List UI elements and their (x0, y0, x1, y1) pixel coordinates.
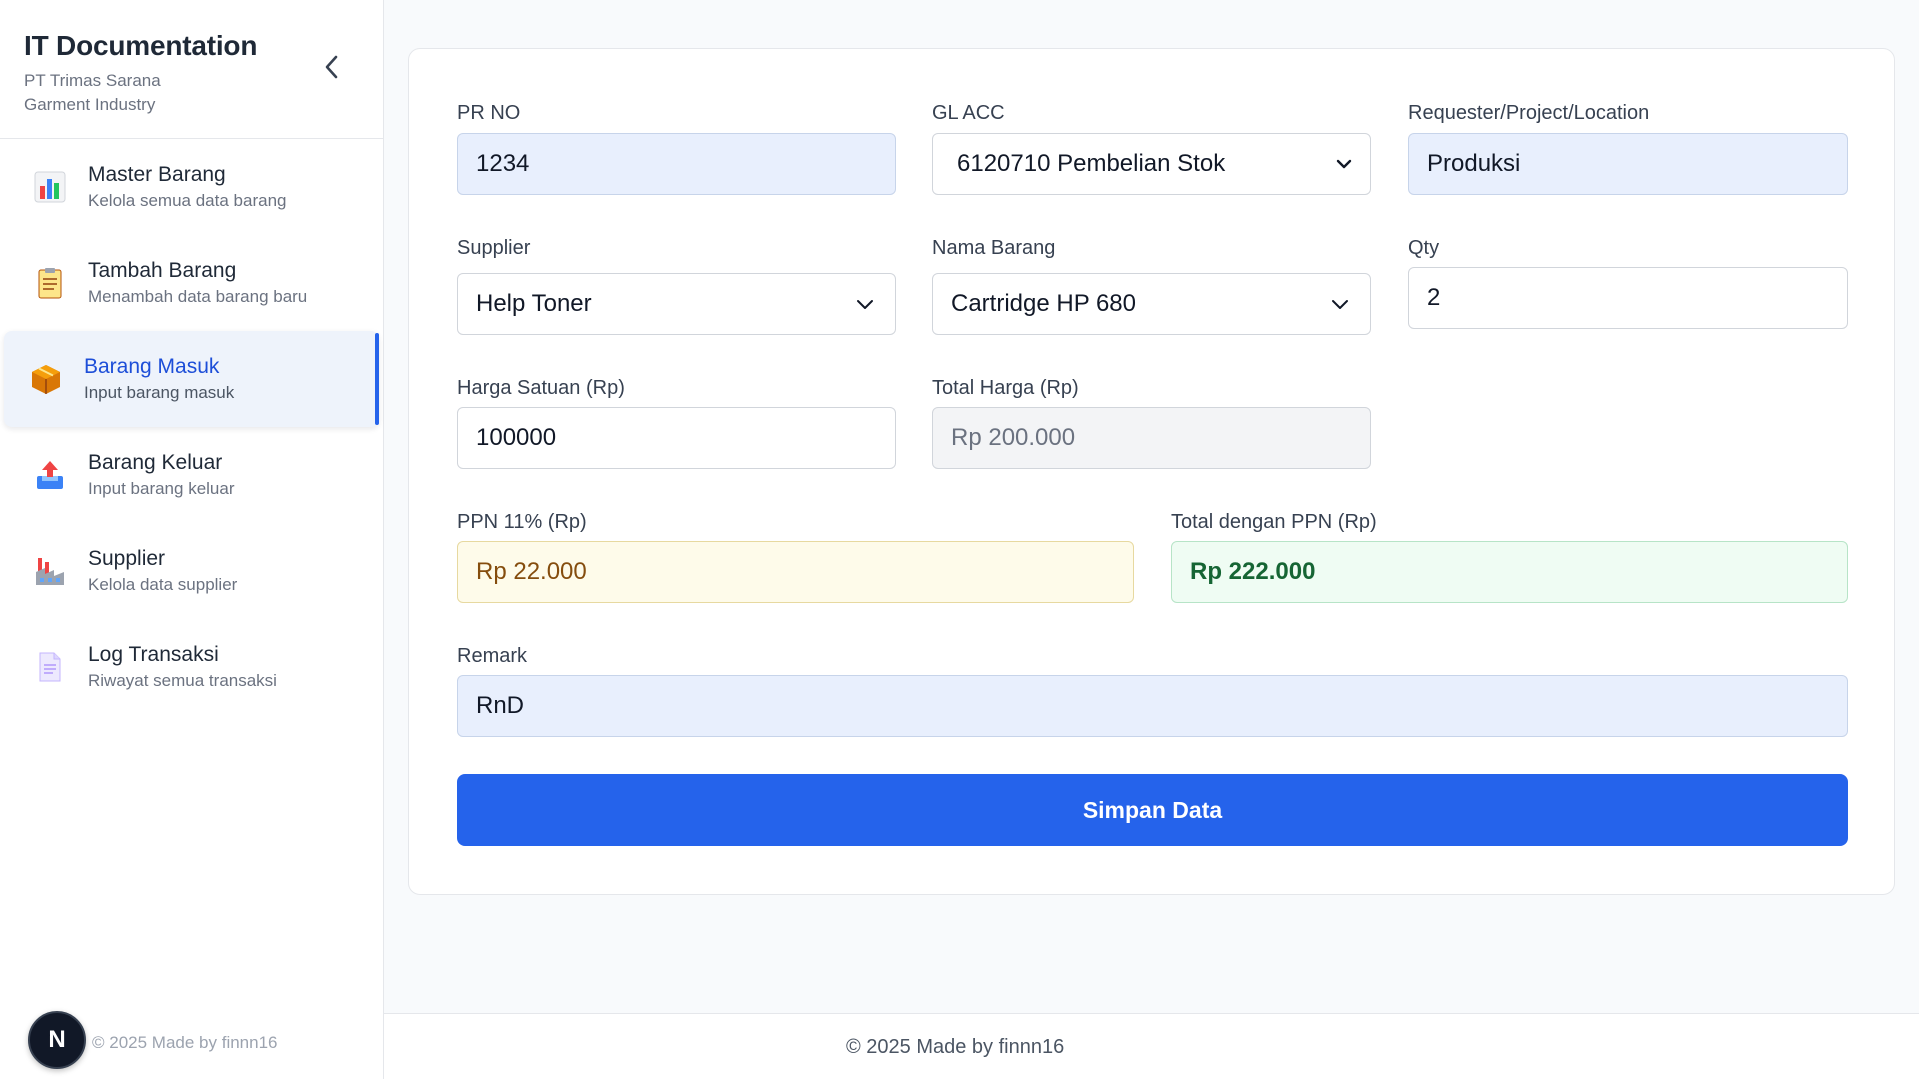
pr-no-label: PR NO (457, 102, 521, 124)
bar-chart-icon (32, 169, 68, 205)
field-ppn: PPN 11% (Rp) (457, 511, 1134, 535)
field-nama-barang: Nama Barang (932, 237, 1371, 261)
sidebar-item-desc: Riwayat semua transaksi (88, 671, 277, 690)
sidebar: IT Documentation PT Trimas Sarana Garmen… (0, 0, 384, 1079)
field-requester: Requester/Project/Location (1408, 102, 1848, 126)
collapse-sidebar-button[interactable] (317, 52, 347, 82)
field-pr-no: PR NO (457, 102, 896, 126)
supplier-value: Help Toner (476, 290, 592, 317)
footer-copyright: © 2025 Made by finnn16 (846, 1036, 1065, 1058)
sidebar-item-desc: Input barang masuk (84, 383, 235, 402)
field-qty: Qty (1408, 237, 1848, 261)
total-harga-label: Total Harga (Rp) (932, 377, 1079, 399)
main-footer: © 2025 Made by finnn16 (384, 1013, 1919, 1079)
pr-no-input[interactable]: 1234 (457, 133, 896, 195)
sidebar-item-barang-masuk[interactable]: Barang Masuk Input barang masuk (4, 331, 379, 427)
gl-acc-label: GL ACC (932, 102, 1005, 124)
requester-label: Requester/Project/Location (1408, 102, 1650, 124)
nama-barang-select[interactable]: Cartridge HP 680 (932, 273, 1371, 335)
company-name: PT Trimas Sarana Garment Industry (24, 71, 161, 114)
sidebar-item-label: Barang Keluar (88, 451, 223, 474)
nama-barang-value: Cartridge HP 680 (951, 290, 1136, 317)
sidebar-item-label: Supplier (88, 547, 166, 570)
harga-satuan-label: Harga Satuan (Rp) (457, 377, 625, 399)
app-root: IT Documentation PT Trimas Sarana Garmen… (0, 0, 1919, 1079)
sidebar-item-label: Master Barang (88, 163, 226, 186)
sidebar-copyright: © 2025 Made by finnn16 (92, 1033, 278, 1052)
nextjs-dev-button[interactable]: N (28, 1011, 86, 1069)
sidebar-item-master-barang[interactable]: Master Barang Kelola semua data barang (0, 139, 383, 235)
field-harga-satuan: Harga Satuan (Rp) (457, 377, 896, 401)
sidebar-item-desc: Kelola data supplier (88, 575, 238, 594)
sidebar-item-label: Tambah Barang (88, 259, 237, 282)
sidebar-item-tambah-barang[interactable]: Tambah Barang Menambah data barang baru (0, 235, 383, 331)
field-remark: Remark (457, 645, 1848, 669)
sidebar-item-label: Barang Masuk (84, 355, 220, 378)
total-ppn-output: Rp 222.000 (1171, 541, 1848, 603)
sidebar-item-desc: Input barang keluar (88, 479, 235, 498)
ppn-label: PPN 11% (Rp) (457, 511, 587, 533)
sidebar-item-label: Log Transaksi (88, 643, 219, 666)
nama-barang-label: Nama Barang (932, 237, 1056, 259)
barang-masuk-form: PR NO 1234 GL ACC 6120710 Pembelian Stok… (408, 48, 1895, 895)
app-title: IT Documentation (24, 30, 258, 61)
remark-input[interactable]: RnD (457, 675, 1848, 737)
package-icon (28, 361, 64, 397)
gl-acc-select[interactable]: 6120710 Pembelian Stok (932, 133, 1371, 195)
sidebar-header: IT Documentation PT Trimas Sarana Garmen… (0, 0, 383, 139)
remark-label: Remark (457, 645, 528, 667)
gl-acc-value: 6120710 Pembelian Stok (957, 150, 1226, 177)
requester-input[interactable]: Produksi (1408, 133, 1848, 195)
harga-satuan-input[interactable]: 100000 (457, 407, 896, 469)
qty-label: Qty (1408, 237, 1440, 259)
chevron-down-icon (1332, 300, 1348, 309)
sidebar-item-desc: Menambah data barang baru (88, 287, 308, 306)
main-content: PR NO 1234 GL ACC 6120710 Pembelian Stok… (384, 0, 1919, 1079)
chevron-down-icon (857, 300, 873, 309)
ppn-output: Rp 22.000 (457, 541, 1134, 603)
field-total-harga: Total Harga (Rp) (932, 377, 1371, 401)
field-supplier: Supplier (457, 237, 896, 261)
supplier-label: Supplier (457, 237, 531, 259)
sidebar-item-desc: Kelola semua data barang (88, 191, 287, 210)
outbox-tray-icon (32, 457, 68, 493)
sidebar-item-supplier[interactable]: Supplier Kelola data supplier (0, 523, 383, 619)
save-button[interactable]: Simpan Data (457, 774, 1848, 846)
factory-icon (32, 553, 68, 589)
supplier-select[interactable]: Help Toner (457, 273, 896, 335)
chevron-down-icon (1336, 159, 1352, 169)
sidebar-item-barang-keluar[interactable]: Barang Keluar Input barang keluar (0, 427, 383, 523)
sidebar-footer: N © 2025 Made by finnn16 (0, 999, 383, 1079)
sidebar-nav: Master Barang Kelola semua data barang T… (0, 139, 383, 715)
total-harga-output: Rp 200.000 (932, 407, 1371, 469)
chevron-left-icon (325, 55, 338, 79)
document-icon (32, 649, 68, 685)
sidebar-item-log-transaksi[interactable]: Log Transaksi Riwayat semua transaksi (0, 619, 383, 715)
clipboard-icon (32, 265, 68, 301)
total-ppn-label: Total dengan PPN (Rp) (1171, 511, 1377, 533)
field-gl-acc: GL ACC (932, 102, 1371, 126)
qty-input[interactable]: 2 (1408, 267, 1848, 329)
field-total-ppn: Total dengan PPN (Rp) (1171, 511, 1848, 535)
